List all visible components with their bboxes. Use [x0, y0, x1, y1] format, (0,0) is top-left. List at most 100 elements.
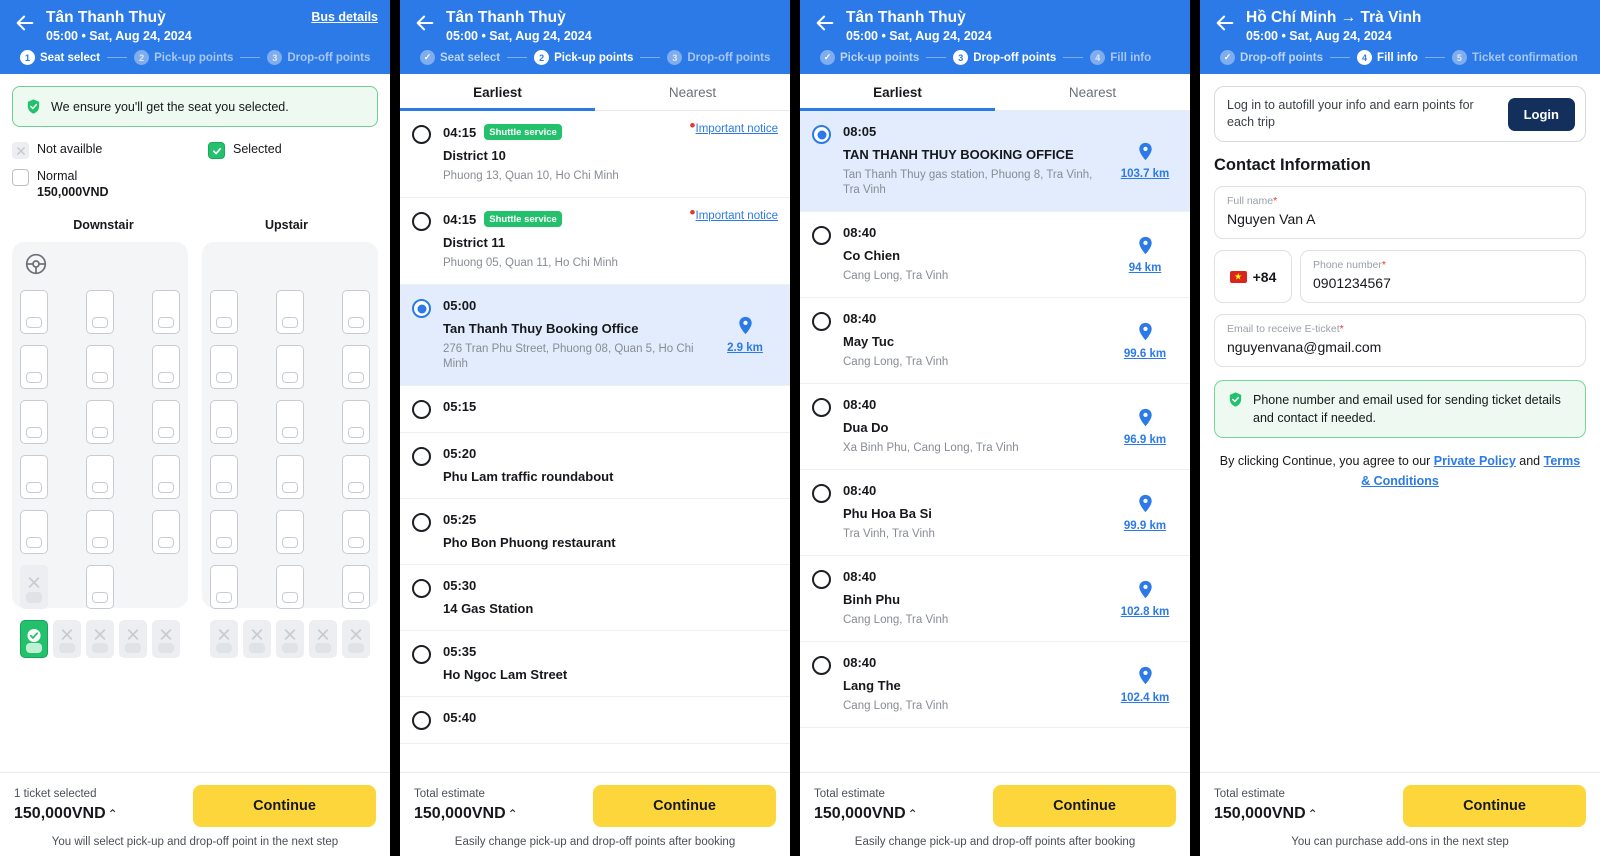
- point-list-item[interactable]: 08:40 Binh Phu Cang Long, Tra Vinh 102.8 km: [800, 556, 1190, 642]
- seat-normal[interactable]: [20, 510, 48, 554]
- continue-button[interactable]: Continue: [1403, 785, 1586, 827]
- seat-normal[interactable]: [276, 565, 304, 609]
- point-distance-group[interactable]: 99.9 km: [1112, 483, 1178, 542]
- total-price[interactable]: 150,000VND ⌃: [814, 803, 918, 825]
- important-notice-link[interactable]: Important notice: [689, 203, 778, 223]
- seat-normal[interactable]: [342, 290, 370, 334]
- point-list-item[interactable]: 05:40: [400, 697, 790, 744]
- tab-nearest[interactable]: Nearest: [595, 74, 790, 110]
- point-distance[interactable]: 102.4 km: [1121, 692, 1170, 704]
- chevron-up-icon[interactable]: ⌃: [1308, 804, 1318, 825]
- point-list-item[interactable]: 08:40 Phu Hoa Ba Si Tra Vinh, Tra Vinh 99.9…: [800, 470, 1190, 556]
- seat-normal[interactable]: [86, 345, 114, 389]
- point-list-item[interactable]: 05:30 14 Gas Station: [400, 565, 790, 631]
- seat-normal[interactable]: [86, 455, 114, 499]
- seat-normal[interactable]: [276, 455, 304, 499]
- point-list-item[interactable]: 08:40 Dua Do Xa Binh Phu, Cang Long, Tra V…: [800, 384, 1190, 470]
- continue-button[interactable]: Continue: [993, 785, 1176, 827]
- step-seat-select[interactable]: ✓ Seat select: [420, 50, 500, 65]
- seat-normal[interactable]: [210, 510, 238, 554]
- seat-normal[interactable]: [276, 345, 304, 389]
- country-code-select[interactable]: ★ +84: [1214, 250, 1292, 303]
- bus-details-link[interactable]: Bus details: [311, 10, 378, 24]
- step-pick-up-points[interactable]: 2 Pick-up points: [134, 50, 233, 65]
- seat-normal[interactable]: [86, 565, 114, 609]
- seat-normal[interactable]: [210, 565, 238, 609]
- chevron-up-icon[interactable]: ⌃: [908, 804, 918, 825]
- point-distance[interactable]: 96.9 km: [1124, 434, 1166, 446]
- step-fill-info[interactable]: 4 Fill info: [1357, 50, 1418, 65]
- seat-normal[interactable]: [20, 455, 48, 499]
- seat-normal[interactable]: [210, 290, 238, 334]
- radio-button[interactable]: [412, 447, 431, 466]
- seat-normal[interactable]: [342, 400, 370, 444]
- point-distance[interactable]: 2.9 km: [727, 342, 763, 354]
- radio-button[interactable]: [812, 570, 831, 589]
- login-button[interactable]: Login: [1507, 97, 1575, 131]
- important-notice-link[interactable]: Important notice: [689, 116, 778, 136]
- back-arrow-icon[interactable]: [412, 10, 438, 36]
- back-arrow-icon[interactable]: [812, 10, 838, 36]
- step-pick-up-points[interactable]: ✓ Pick-up points: [820, 50, 919, 65]
- seat-normal[interactable]: [276, 510, 304, 554]
- chevron-up-icon[interactable]: ⌃: [508, 804, 518, 825]
- tab-earliest[interactable]: Earliest: [800, 74, 995, 111]
- seat-normal[interactable]: [86, 290, 114, 334]
- seat-normal[interactable]: [276, 290, 304, 334]
- point-distance-group[interactable]: 103.7 km: [1112, 124, 1178, 198]
- tab-nearest[interactable]: Nearest: [995, 74, 1190, 110]
- radio-button[interactable]: [412, 125, 431, 144]
- seat-normal[interactable]: [152, 400, 180, 444]
- step-fill-info[interactable]: 4 Fill info: [1090, 50, 1151, 65]
- seat-normal[interactable]: [152, 345, 180, 389]
- point-list-item[interactable]: 05:35 Ho Ngoc Lam Street: [400, 631, 790, 697]
- step-drop-off-points[interactable]: 3 Drop-off points: [953, 50, 1056, 65]
- seat-normal[interactable]: [342, 455, 370, 499]
- radio-button[interactable]: [412, 299, 431, 318]
- tab-earliest[interactable]: Earliest: [400, 74, 595, 111]
- step-pick-up-points[interactable]: 2 Pick-up points: [534, 50, 633, 65]
- total-price[interactable]: 150,000VND ⌃: [414, 803, 518, 825]
- point-list-item[interactable]: 04:15 Shuttle service District 10 Phuong 13…: [400, 111, 790, 198]
- back-arrow-icon[interactable]: [12, 10, 38, 36]
- seat-normal[interactable]: [20, 290, 48, 334]
- point-list-item[interactable]: 08:40 Co Chien Cang Long, Tra Vinh 94 km: [800, 212, 1190, 298]
- point-list-item[interactable]: 05:25 Pho Bon Phuong restaurant: [400, 499, 790, 565]
- email-field[interactable]: Email to receive E-ticket* nguyenvana@gm…: [1214, 314, 1586, 367]
- chevron-up-icon[interactable]: ⌃: [108, 804, 118, 825]
- point-distance-group[interactable]: 99.6 km: [1112, 311, 1178, 370]
- seat-normal[interactable]: [276, 400, 304, 444]
- point-distance-group[interactable]: 96.9 km: [1112, 397, 1178, 456]
- continue-button[interactable]: Continue: [593, 785, 776, 827]
- point-distance[interactable]: 102.8 km: [1121, 606, 1170, 618]
- radio-button[interactable]: [812, 656, 831, 675]
- point-list-item[interactable]: 05:00 Tan Thanh Thuy Booking Office 276 Tr…: [400, 285, 790, 386]
- seat-normal[interactable]: [20, 345, 48, 389]
- seat-normal[interactable]: [152, 455, 180, 499]
- seat-normal[interactable]: [152, 290, 180, 334]
- seat-normal[interactable]: [210, 345, 238, 389]
- step-drop-off-points[interactable]: ✓ Drop-off points: [1220, 50, 1323, 65]
- radio-button[interactable]: [412, 645, 431, 664]
- phone-number-field[interactable]: Phone number* 0901234567: [1300, 250, 1586, 303]
- point-distance-group[interactable]: 102.4 km: [1112, 655, 1178, 714]
- point-distance[interactable]: 99.9 km: [1124, 520, 1166, 532]
- radio-button[interactable]: [812, 484, 831, 503]
- full-name-field[interactable]: Full name* Nguyen Van A: [1214, 186, 1586, 239]
- point-list-item[interactable]: 08:40 May Tuc Cang Long, Tra Vinh 99.6 km: [800, 298, 1190, 384]
- point-distance[interactable]: 94 km: [1129, 262, 1162, 274]
- radio-button[interactable]: [412, 579, 431, 598]
- back-arrow-icon[interactable]: [1212, 10, 1238, 36]
- total-price[interactable]: 150,000VND ⌃: [14, 803, 118, 825]
- pickup-point-list[interactable]: 04:15 Shuttle service District 10 Phuong 13…: [400, 111, 790, 856]
- point-distance-group[interactable]: 102.8 km: [1112, 569, 1178, 628]
- step-drop-off-points[interactable]: 3 Drop-off points: [267, 50, 370, 65]
- seat-normal[interactable]: [86, 400, 114, 444]
- seat-normal[interactable]: [342, 345, 370, 389]
- step-drop-off-points[interactable]: 3 Drop-off points: [667, 50, 770, 65]
- radio-button[interactable]: [812, 125, 831, 144]
- seat-normal[interactable]: [342, 565, 370, 609]
- radio-button[interactable]: [412, 513, 431, 532]
- total-price[interactable]: 150,000VND ⌃: [1214, 803, 1318, 825]
- seat-normal[interactable]: [20, 400, 48, 444]
